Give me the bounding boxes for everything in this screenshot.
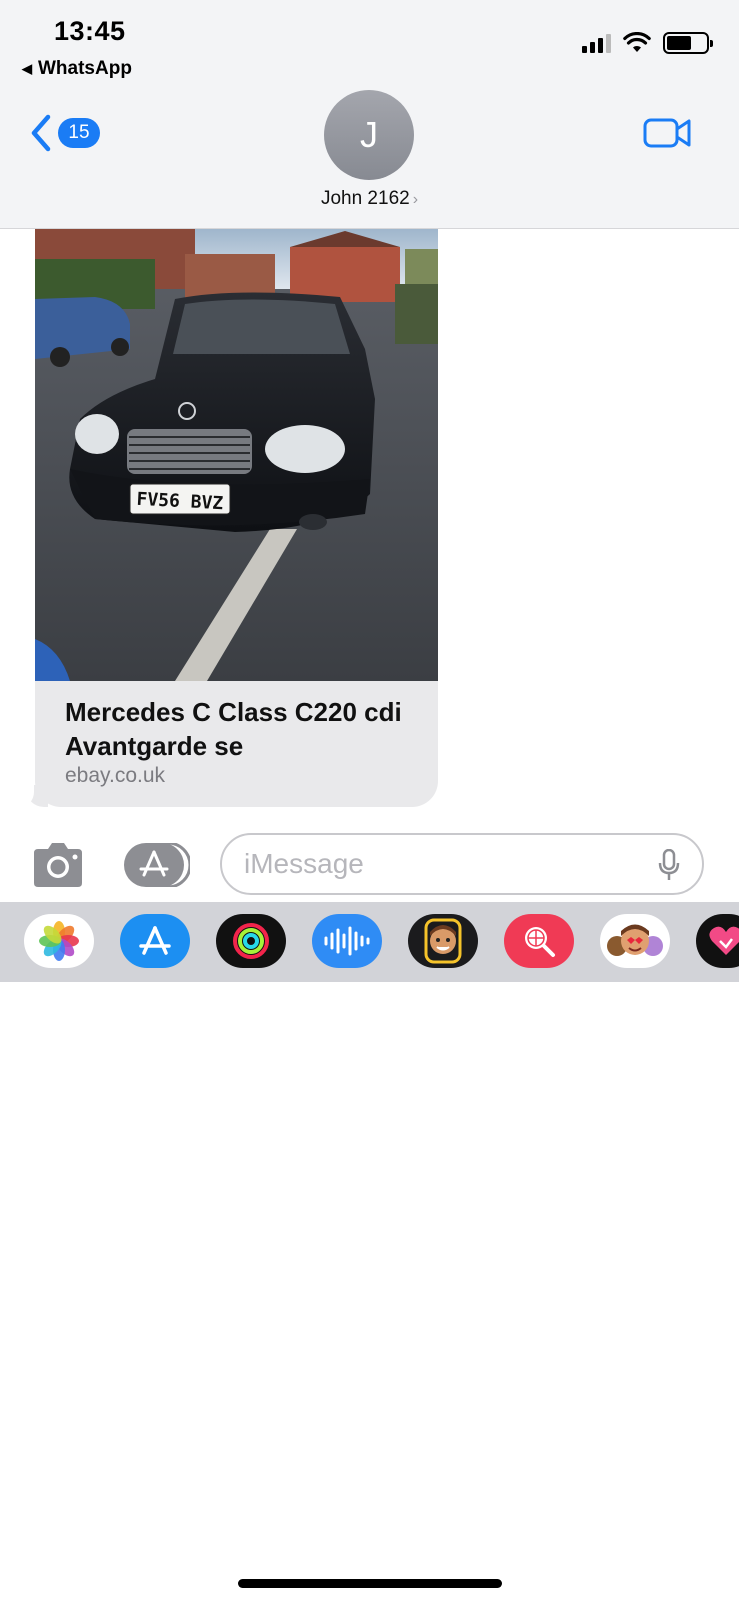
microphone-icon[interactable] xyxy=(658,849,680,881)
images-search-app-icon[interactable] xyxy=(504,914,574,968)
memoji-stickers-app-icon[interactable] xyxy=(600,914,670,968)
contact-avatar[interactable]: J xyxy=(324,90,414,180)
chevron-left-icon xyxy=(31,114,51,152)
cellular-signal-icon xyxy=(582,33,611,53)
contact-name: John 2162 xyxy=(320,188,410,209)
back-triangle-icon: ◀ xyxy=(22,61,32,76)
activity-app-icon[interactable] xyxy=(216,914,286,968)
chevron-right-icon: › xyxy=(412,191,419,208)
status-icons xyxy=(582,32,713,54)
memoji-app-icon[interactable] xyxy=(408,914,478,968)
imessage-input[interactable]: iMessage xyxy=(220,833,704,895)
back-button[interactable]: 15 xyxy=(28,113,100,153)
facetime-video-icon[interactable] xyxy=(643,116,691,150)
wifi-icon xyxy=(623,32,651,52)
status-time: 13:45 xyxy=(54,16,126,46)
app-drawer xyxy=(0,902,739,982)
link-preview-bubble[interactable]: FV56 BVZ Mercedes C Class C220 cdi Avant… xyxy=(35,229,438,807)
app-store-drawer-icon[interactable] xyxy=(124,843,190,887)
digital-touch-app-icon[interactable] xyxy=(696,914,739,968)
audio-message-app-icon[interactable] xyxy=(312,914,382,968)
app-store-app-icon[interactable] xyxy=(120,914,190,968)
photos-app-icon[interactable] xyxy=(24,914,94,968)
home-indicator[interactable] xyxy=(238,1579,502,1588)
camera-icon[interactable] xyxy=(30,843,86,887)
back-to-app-link[interactable]: ◀ WhatsApp xyxy=(22,58,132,80)
back-app-label: WhatsApp xyxy=(38,58,132,79)
conversation-header: 13:45 ◀ WhatsApp 15 J John 2162 › xyxy=(0,0,739,229)
imessage-placeholder: iMessage xyxy=(244,848,364,879)
battery-icon xyxy=(663,32,713,54)
link-domain: ebay.co.uk xyxy=(65,764,166,787)
car-photo: FV56 BVZ xyxy=(35,229,438,681)
unread-count-badge: 15 xyxy=(58,118,100,148)
link-title: Mercedes C Class C220 cdi Avantgarde se xyxy=(65,697,402,761)
contact-name-button[interactable]: John 2162 › xyxy=(0,188,739,210)
